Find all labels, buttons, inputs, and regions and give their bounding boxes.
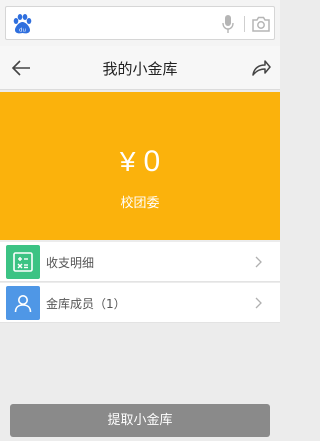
divider [244,16,245,32]
withdraw-button[interactable]: 提取小金库 [10,404,270,437]
list-item-transactions[interactable]: 收支明细 [0,242,280,282]
balance-panel: ¥0 校团委 [0,92,280,240]
share-icon[interactable] [250,58,272,78]
user-icon [6,286,40,320]
baidu-paw-icon: du [13,14,32,34]
ledger-icon [6,245,40,279]
chevron-right-icon [255,297,262,309]
list-item-label: 收支明细 [46,256,95,270]
list-item-members[interactable]: 金库成员（1） [0,283,280,323]
page-title: 我的小金库 [102,60,178,78]
owner-name: 校团委 [120,196,160,211]
search-input[interactable]: du [5,6,275,40]
list-item-label: 金库成员（1） [46,297,126,311]
chevron-right-icon [255,256,262,268]
svg-text:du: du [19,28,26,34]
balance-amount: ¥0 [0,145,280,179]
microphone-icon[interactable] [221,14,235,34]
amount-value: 0 [143,145,161,178]
search-bar: du [0,0,280,46]
camera-icon[interactable] [251,15,271,33]
navigation-bar: 我的小金库 [0,46,280,90]
currency-symbol: ¥ [119,146,136,177]
